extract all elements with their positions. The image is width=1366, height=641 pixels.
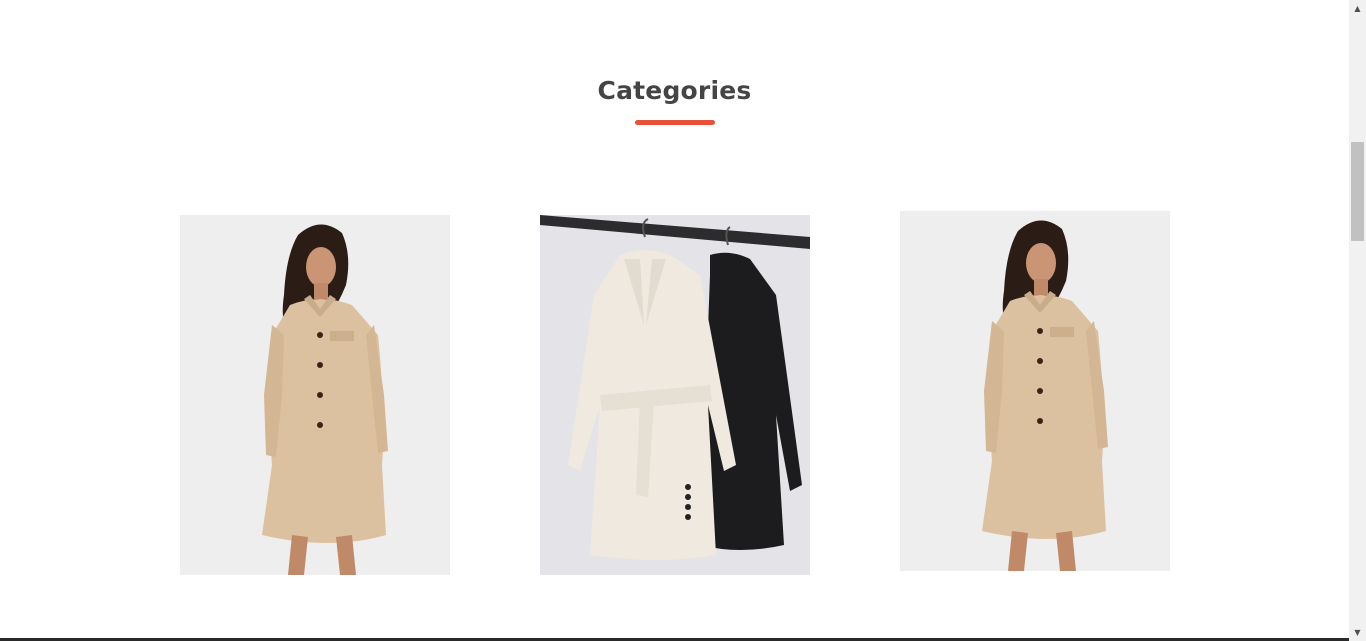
category-image-beige-coat	[900, 211, 1170, 571]
section-title: Categories	[597, 76, 752, 105]
scroll-down-arrow-icon[interactable]: ▼	[1349, 624, 1366, 641]
categories-section: Categories	[0, 0, 1349, 641]
category-image-blazer-dresses	[540, 215, 810, 575]
scrollbar-thumb[interactable]	[1351, 142, 1364, 241]
scroll-up-arrow-icon[interactable]: ▲	[1349, 0, 1366, 17]
page: Categories ▲ ▼	[0, 0, 1366, 641]
category-card-1[interactable]	[180, 215, 450, 575]
vertical-scrollbar[interactable]: ▲ ▼	[1349, 0, 1366, 641]
category-image-beige-coat	[180, 215, 450, 575]
category-card-2[interactable]	[540, 215, 810, 575]
title-underline	[635, 120, 715, 125]
category-card-3[interactable]	[900, 211, 1170, 571]
